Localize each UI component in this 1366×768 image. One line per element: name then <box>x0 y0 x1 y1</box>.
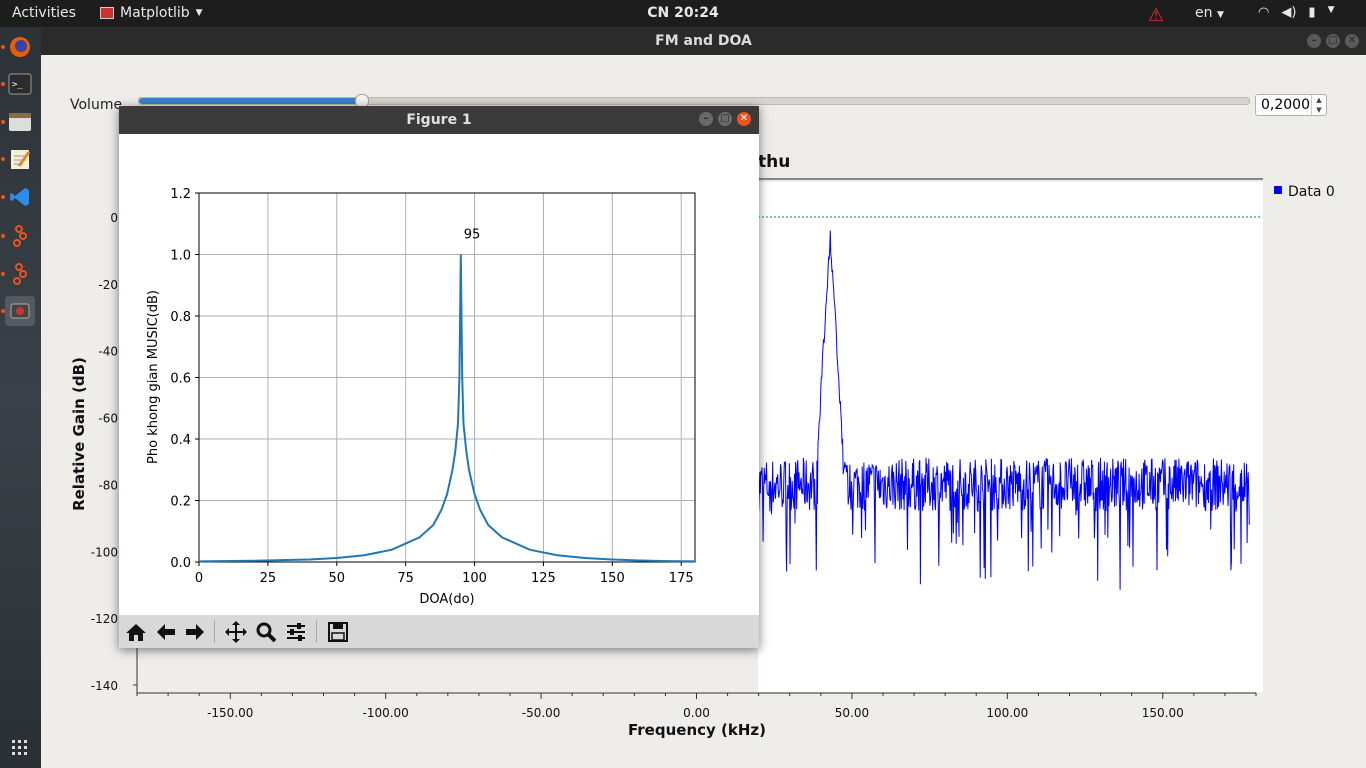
x-tick-label: 125 <box>531 571 556 586</box>
y-tick-label: -40 <box>98 345 118 359</box>
x-tick-label: 0 <box>195 571 203 586</box>
figure-title: Figure 1 <box>406 112 472 128</box>
y-axis-label: Relative Gain (dB) <box>70 357 88 511</box>
plot-title: thu <box>758 152 791 172</box>
figure-toolbar <box>119 615 759 648</box>
back-icon[interactable] <box>153 619 179 645</box>
legend-swatch <box>1274 186 1282 194</box>
x-tick-label: -100.00 <box>363 706 409 720</box>
peak-annotation: 95 <box>464 228 481 243</box>
configure-icon[interactable] <box>283 619 309 645</box>
y-tick-label: 0.8 <box>170 310 191 325</box>
x-tick-label: -150.00 <box>207 706 253 720</box>
x-tick-label: 150 <box>600 571 625 586</box>
y-tick-label: -60 <box>98 412 118 426</box>
y-tick-label: -140 <box>91 679 118 693</box>
y-tick-label: -120 <box>91 612 118 626</box>
y-tick-label: -100 <box>91 545 118 559</box>
y-tick-label: 0.2 <box>170 495 191 510</box>
doa-y-axis-label: Pho khong gian MUSIC(dB) <box>146 290 161 464</box>
x-tick-label: 150.00 <box>1142 706 1184 720</box>
forward-icon[interactable] <box>182 619 208 645</box>
x-tick-label: 75 <box>397 571 414 586</box>
y-tick-label: 1.2 <box>170 187 191 202</box>
minimize-button[interactable]: – <box>699 112 713 126</box>
pan-icon[interactable] <box>223 619 249 645</box>
maximize-button[interactable]: □ <box>718 112 732 126</box>
doa-chart[interactable]: 0 25 50 75 100 125 150 175 0.0 0.2 0.4 0.6 0.8 1.0 1.2… <box>119 134 759 615</box>
x-tick-label: 25 <box>260 571 277 586</box>
save-icon[interactable] <box>325 619 351 645</box>
x-tick-label: 100.00 <box>986 706 1028 720</box>
x-tick-label: 100 <box>462 571 487 586</box>
zoom-icon[interactable] <box>253 619 279 645</box>
x-tick-label: 50 <box>329 571 346 586</box>
y-tick-label: 0.6 <box>170 372 191 387</box>
doa-x-axis-label: DOA(do) <box>419 592 474 607</box>
legend-label: Data 0 <box>1288 184 1335 200</box>
y-tick-label: 0 <box>110 211 118 225</box>
plot-title-divider <box>758 178 1263 180</box>
figure-titlebar[interactable]: Figure 1 – □ ✕ <box>119 106 759 134</box>
figure-window[interactable]: Figure 1 – □ ✕ 0 25 50 75 100 125 150 175 0.0 0.2… <box>119 106 759 648</box>
x-tick-label: 0.00 <box>683 706 710 720</box>
y-tick-label: 0.0 <box>170 556 191 571</box>
x-tick-label: 175 <box>669 571 694 586</box>
y-tick-label: -20 <box>98 278 118 292</box>
y-tick-label: 0.4 <box>170 433 191 448</box>
y-tick-label: 1.0 <box>170 249 191 264</box>
close-button[interactable]: ✕ <box>737 112 751 126</box>
x-axis-label: Frequency (kHz) <box>628 721 766 739</box>
doa-series-line <box>198 254 696 563</box>
plot-canvas <box>758 182 1263 692</box>
home-icon[interactable] <box>123 619 149 645</box>
y-tick-label: -80 <box>98 478 118 492</box>
x-tick-label: -50.00 <box>522 706 561 720</box>
x-tick-label: 50.00 <box>835 706 869 720</box>
doa-grid <box>198 192 695 563</box>
